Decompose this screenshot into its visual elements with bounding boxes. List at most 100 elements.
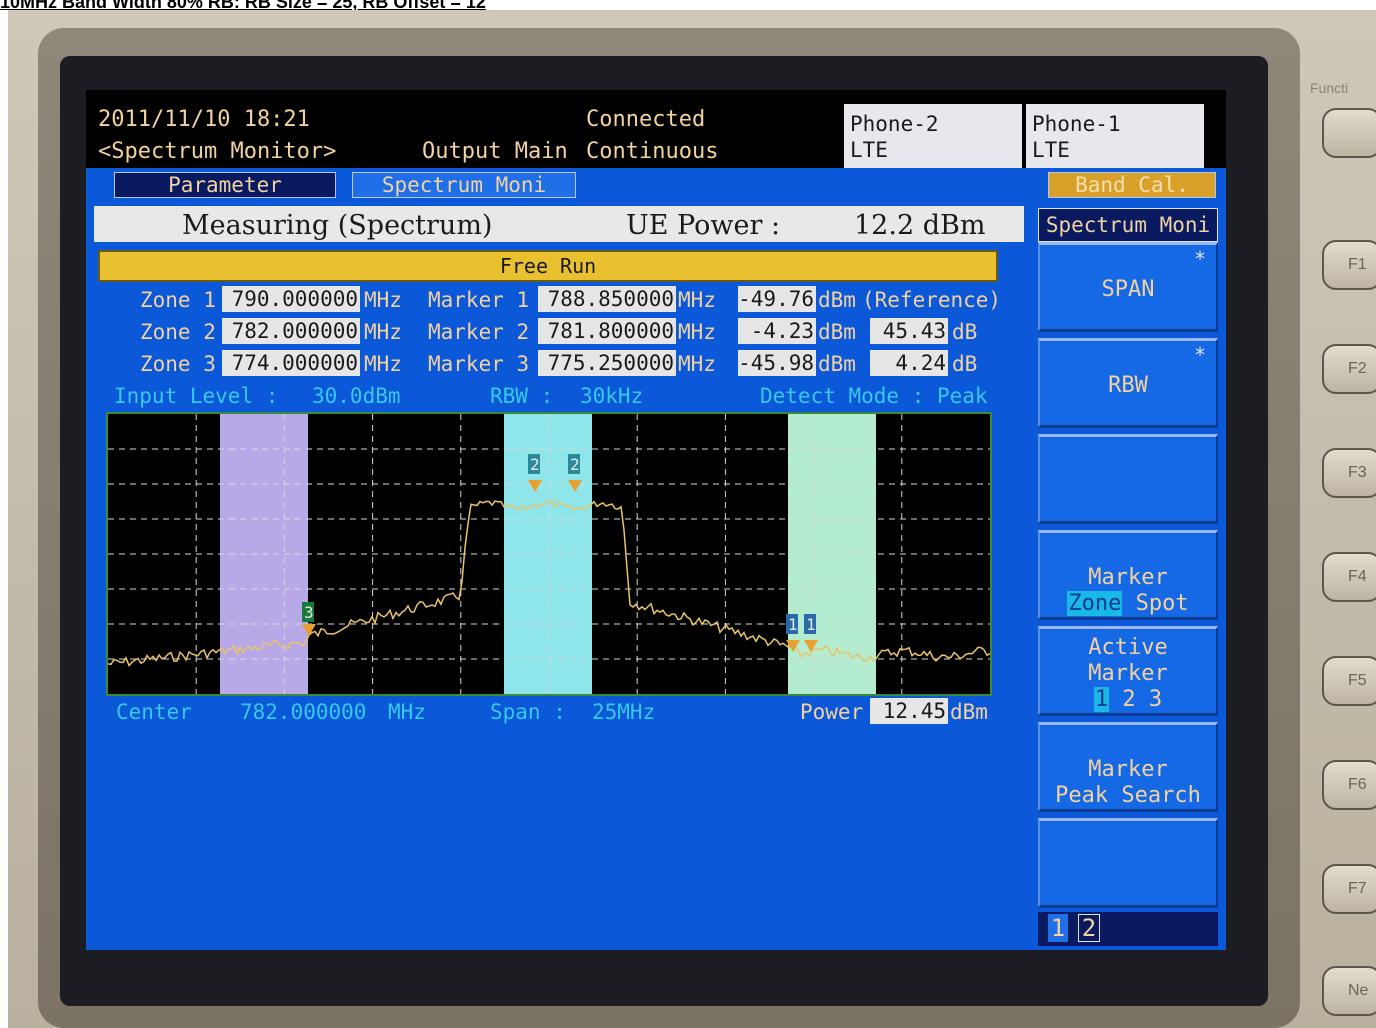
marker-2-relative-unit: dB [952,320,978,344]
active-marker-options: 1 2 3 [1040,687,1216,713]
marker-2-freq[interactable]: 781.800000 [538,318,676,344]
marker-2-level: -4.23 [738,318,816,344]
marker-mode-softkey[interactable]: Marker Zone Spot [1038,530,1218,620]
span-softkey[interactable]: * SPAN [1038,242,1218,332]
span-label: Span : [490,700,566,724]
zone-3-unit: MHz [364,352,402,376]
input-level-value: 30.0dBm [312,384,401,408]
marker-1-freq[interactable]: 788.850000 [538,286,676,312]
f1-key[interactable]: F1 [1322,240,1376,290]
band-cal-button[interactable]: Band Cal. [1048,172,1216,198]
active-marker-label-2: Marker [1088,661,1168,686]
f2-key-label: F2 [1348,360,1367,377]
zone-2-freq[interactable]: 782.000000 [222,318,360,344]
f2-key[interactable]: F2 [1322,344,1376,394]
marker-3-tag-label: 3 [304,603,314,622]
phone1-name: Phone-1 [1032,112,1121,136]
phone2-name: Phone-2 [850,112,939,136]
status-bar: Measuring (Spectrum) UE Power : 12.2 dBm [94,206,1024,242]
marker-3-freq[interactable]: 775.250000 [538,350,676,376]
f4-key[interactable]: F4 [1322,552,1376,602]
rbw-softkey-label: RBW [1108,373,1148,398]
zone-2-label: Zone 2 [140,320,216,344]
marker-3-label: Marker 3 [428,352,530,376]
blank-softkey-3[interactable] [1038,434,1218,524]
function-key[interactable] [1322,108,1376,158]
span-modified-indicator: * [1193,247,1206,271]
zone-1-label: Zone 1 [140,288,216,312]
page-1-tab[interactable]: 1 [1048,914,1068,942]
run-mode: Continuous [586,139,719,164]
screen-name: <Spectrum Monitor> [98,139,337,164]
next-key[interactable]: Ne [1322,966,1376,1016]
span-softkey-label: SPAN [1101,277,1155,302]
marker-1a-tag-label: 1 [788,615,798,634]
f6-key[interactable]: F6 [1322,760,1376,810]
input-level-label: Input Level : [114,384,279,408]
peak-search-label-1: Marker [1088,757,1168,782]
f5-key[interactable]: F5 [1322,656,1376,706]
phone2-panel: Phone-2 LTE [844,104,1022,168]
f7-key[interactable]: F7 [1322,864,1376,914]
marker-3-relative-unit: dB [952,352,978,376]
marker-mode-options: Zone Spot [1040,591,1216,617]
rbw-label: RBW : [490,384,554,408]
f4-key-label: F4 [1348,568,1367,585]
marker-1-freq-unit: MHz [678,288,716,312]
marker-3-level: -45.98 [738,350,816,376]
marker-1-label: Marker 1 [428,288,530,312]
center-value: 782.000000 [240,700,367,724]
active-marker-label-1: Active [1088,635,1168,660]
zone-1-freq[interactable]: 790.000000 [222,286,360,312]
marker-2-level-unit: dBm [818,320,856,344]
tab-bar: Parameter Spectrum Moni Band Cal. [86,168,1226,198]
phone1-tech: LTE [1032,138,1070,162]
connection-status: Connected [586,107,706,132]
next-key-label: Ne [1348,982,1369,999]
softkey-menu-title: Spectrum Moni [1038,208,1218,242]
spot-option[interactable]: Spot [1136,591,1189,616]
span-value: 25MHz [592,700,656,724]
active-marker-1[interactable]: 1 [1093,687,1110,712]
marker-peak-search-softkey[interactable]: Marker Peak Search [1038,722,1218,812]
center-label: Center [116,700,192,724]
datetime: 2011/11/10 18:21 [98,107,310,132]
marker-1-reference: (Reference) [862,288,1002,312]
active-marker-softkey[interactable]: Active Marker 1 2 3 [1038,626,1218,716]
marker-2b-tag-label: 2 [570,455,580,474]
detect-mode: Detect Mode : Peak [760,384,988,408]
spectrum-plot: 3 2 2 1 1 [108,414,990,694]
f6-key-label: F6 [1348,776,1367,793]
rbw-softkey[interactable]: * RBW [1038,338,1218,428]
instrument-screen: 2011/11/10 18:21 <Spectrum Monitor> Outp… [86,90,1226,950]
function-label: Functi [1310,80,1349,96]
page-2-tab[interactable]: 2 [1078,914,1100,942]
header-bar: 2011/11/10 18:21 <Spectrum Monitor> Outp… [86,90,1226,168]
rbw-modified-indicator: * [1193,343,1206,367]
marker-2-relative: 45.43 [870,318,948,344]
marker-1b-tag-label: 1 [806,615,816,634]
tab-spectrum-moni[interactable]: Spectrum Moni [352,172,576,198]
output-label: Output Main [422,139,568,164]
zone-3-label: Zone 3 [140,352,216,376]
rbw-value: 30kHz [580,384,644,408]
marker-3-freq-unit: MHz [678,352,716,376]
active-marker-3[interactable]: 3 [1149,687,1162,712]
blank-softkey-7[interactable] [1038,818,1218,908]
marker-3-level-unit: dBm [818,352,856,376]
phone1-panel: Phone-1 LTE [1026,104,1204,168]
spectrum-graph[interactable]: 3 2 2 1 1 [106,412,992,696]
trigger-mode-bar: Free Run [98,250,998,282]
peak-search-label-2: Peak Search [1055,783,1201,808]
zone-3-freq[interactable]: 774.000000 [222,350,360,376]
active-marker-2[interactable]: 2 [1122,687,1135,712]
power-value: 12.45 [870,698,948,724]
zone-option[interactable]: Zone [1067,591,1123,616]
marker-1-level-unit: dBm [818,288,856,312]
measuring-status: Measuring (Spectrum) [182,210,493,241]
power-unit: dBm [950,700,988,724]
f3-key[interactable]: F3 [1322,448,1376,498]
ue-power-label: UE Power : [626,210,781,241]
f5-key-label: F5 [1348,672,1367,689]
tab-parameter[interactable]: Parameter [114,172,336,198]
